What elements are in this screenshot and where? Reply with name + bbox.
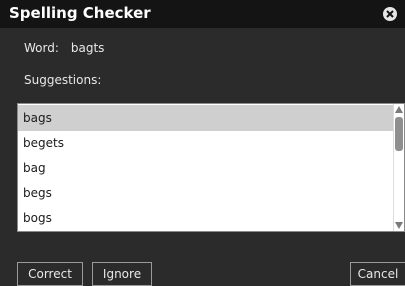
correct-button[interactable]: Correct: [17, 262, 83, 286]
suggestions-list[interactable]: bags begets bag begs bogs: [17, 103, 405, 232]
arrow-up-icon[interactable]: [395, 106, 403, 113]
suggestion-item[interactable]: begs: [18, 180, 395, 206]
suggestion-item[interactable]: begets: [18, 130, 395, 156]
suggestion-item[interactable]: bag: [18, 155, 395, 181]
title-bar: Spelling Checker: [0, 0, 405, 28]
suggestion-item[interactable]: bags: [18, 105, 395, 131]
scroll-thumb[interactable]: [395, 117, 403, 151]
dialog-title: Spelling Checker: [9, 4, 151, 22]
close-button[interactable]: [383, 7, 397, 21]
word-value: bagts: [70, 41, 105, 55]
arrow-down-icon[interactable]: [395, 222, 403, 229]
word-row: Word: bagts: [24, 41, 104, 55]
list-scrollbar[interactable]: [393, 104, 404, 231]
close-icon: [386, 10, 394, 18]
suggestions-label: Suggestions:: [24, 73, 102, 87]
cancel-button[interactable]: Cancel: [350, 262, 405, 286]
word-label: Word:: [24, 41, 59, 55]
ignore-button[interactable]: Ignore: [92, 262, 152, 286]
suggestion-item[interactable]: bogs: [18, 205, 395, 231]
